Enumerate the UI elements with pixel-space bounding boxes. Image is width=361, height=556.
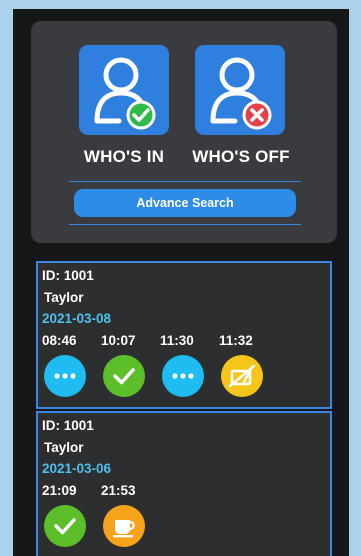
advance-search-button[interactable]: Advance Search (74, 189, 296, 217)
employee-name: Taylor (44, 440, 84, 455)
employee-id: ID: 1001 (42, 418, 94, 433)
entry-time: 11:32 (219, 333, 253, 348)
whos-off-button[interactable] (195, 45, 285, 135)
attendance-record-card: ID: 1001 Taylor 2021-03-06 21:09 21:53 (36, 411, 332, 556)
user-removed-icon (210, 57, 272, 130)
divider (69, 224, 301, 225)
no-sign-icon[interactable] (221, 355, 263, 397)
entry-time: 10:07 (101, 333, 136, 348)
record-date: 2021-03-06 (42, 461, 112, 476)
whos-in-label: WHO'S IN (83, 147, 165, 166)
entry-time: 11:30 (160, 333, 194, 348)
app-screen: WHO'S IN WHO'S OFF Advance Search ID: 10… (13, 9, 349, 556)
entry-time: 21:09 (42, 483, 77, 498)
more-dots-icon[interactable] (162, 355, 204, 397)
entry-time: 21:53 (101, 483, 136, 498)
user-checked-icon (94, 57, 156, 130)
divider (69, 181, 301, 182)
check-icon[interactable] (103, 355, 145, 397)
more-dots-icon[interactable] (44, 355, 86, 397)
employee-id: ID: 1001 (42, 268, 94, 283)
entry-time: 08:46 (42, 333, 77, 348)
whos-off-label: WHO'S OFF (192, 147, 290, 166)
attendance-header-card: WHO'S IN WHO'S OFF Advance Search (31, 21, 337, 243)
employee-name: Taylor (44, 290, 84, 305)
record-date: 2021-03-08 (42, 311, 112, 326)
coffee-cup-icon[interactable] (103, 505, 145, 547)
check-icon[interactable] (44, 505, 86, 547)
whos-in-button[interactable] (79, 45, 169, 135)
attendance-record-card: ID: 1001 Taylor 2021-03-08 08:46 10:07 1… (36, 261, 332, 409)
